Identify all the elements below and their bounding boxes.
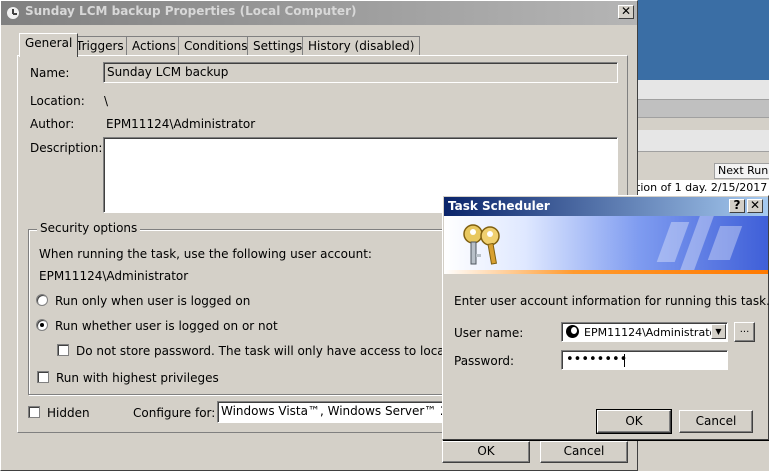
configure-for-label: Configure for: (133, 406, 216, 420)
tab-settings[interactable]: Settings (247, 36, 309, 56)
password-label: Password: (454, 354, 515, 368)
properties-ok-button[interactable]: OK (442, 441, 530, 463)
hidden-checkbox[interactable] (28, 406, 40, 418)
security-options-legend: Security options (37, 221, 141, 235)
name-field[interactable]: Sunday LCM backup (103, 62, 618, 83)
password-value: •••••••• (566, 352, 628, 367)
no-store-password-checkbox[interactable] (57, 344, 69, 356)
tab-conditions[interactable]: Conditions (178, 36, 254, 56)
tab-triggers[interactable]: Triggers (70, 36, 130, 56)
properties-title-bar[interactable]: Sunday LCM backup Properties (Local Comp… (1, 1, 637, 25)
credential-dialog: Task Scheduler ? ✕ Enter user account in… (442, 195, 769, 440)
help-icon: ? (733, 198, 741, 212)
tab-general[interactable]: General (19, 33, 79, 57)
user-name-combo[interactable]: EPM11124\Administrator ▼ (561, 322, 728, 342)
credential-close-button[interactable]: ✕ (747, 199, 763, 213)
browse-user-button[interactable]: ... (734, 322, 755, 342)
close-icon: ✕ (749, 198, 761, 212)
credential-cancel-button[interactable]: Cancel (679, 410, 753, 433)
banner-accent-stripe (444, 270, 768, 274)
banner-decoration (707, 226, 743, 260)
name-label: Name: (30, 66, 70, 80)
hidden-label[interactable]: Hidden (47, 406, 90, 420)
run-whether-radio[interactable] (36, 319, 48, 331)
security-account: EPM11124\Administrator (39, 269, 189, 283)
column-header-next-run[interactable]: Next Run T (714, 163, 769, 179)
properties-cancel-button[interactable]: Cancel (540, 441, 628, 463)
tab-history[interactable]: History (disabled) (302, 36, 421, 56)
task-list-row[interactable]: tion of 1 day. 2/15/2017 (636, 180, 769, 196)
security-prompt: When running the task, use the following… (39, 247, 372, 261)
no-store-password-label[interactable]: Do not store password. The task will onl… (76, 344, 442, 358)
text-caret (624, 354, 625, 367)
configure-for-select[interactable]: Windows Vista™, Windows Server™ 2008 (217, 401, 443, 423)
credential-banner (444, 216, 768, 274)
run-whether-label[interactable]: Run whether user is logged on or not (55, 319, 278, 333)
location-value: \ (104, 94, 109, 108)
user-name-value: EPM11124\Administrator (584, 326, 721, 339)
user-icon (566, 325, 579, 338)
author-value: EPM11124\Administrator (106, 117, 256, 131)
help-button[interactable]: ? (729, 199, 745, 213)
properties-close-button[interactable]: ✕ (618, 5, 634, 19)
clock-icon (6, 6, 20, 20)
user-name-label: User name: (454, 326, 524, 340)
highest-privileges-label[interactable]: Run with highest privileges (56, 371, 219, 385)
tab-actions[interactable]: Actions (126, 36, 182, 56)
description-label: Description: (30, 141, 103, 155)
credential-instruction: Enter user account information for runni… (454, 294, 769, 308)
run-logged-on-radio[interactable] (36, 294, 48, 306)
location-label: Location: (30, 94, 85, 108)
credential-ok-button[interactable]: OK (596, 409, 672, 434)
credential-title-bar[interactable]: Task Scheduler ? ✕ (444, 197, 768, 216)
password-field[interactable]: •••••••• (561, 350, 728, 370)
highest-privileges-checkbox[interactable] (37, 371, 49, 383)
run-logged-on-label[interactable]: Run only when user is logged on (55, 294, 250, 308)
credential-title: Task Scheduler (448, 199, 550, 213)
properties-title: Sunday LCM backup Properties (Local Comp… (25, 4, 357, 18)
chevron-down-icon[interactable]: ▼ (711, 324, 726, 339)
author-label: Author: (30, 117, 75, 131)
close-icon: ✕ (620, 4, 632, 18)
keys-icon (463, 224, 500, 265)
